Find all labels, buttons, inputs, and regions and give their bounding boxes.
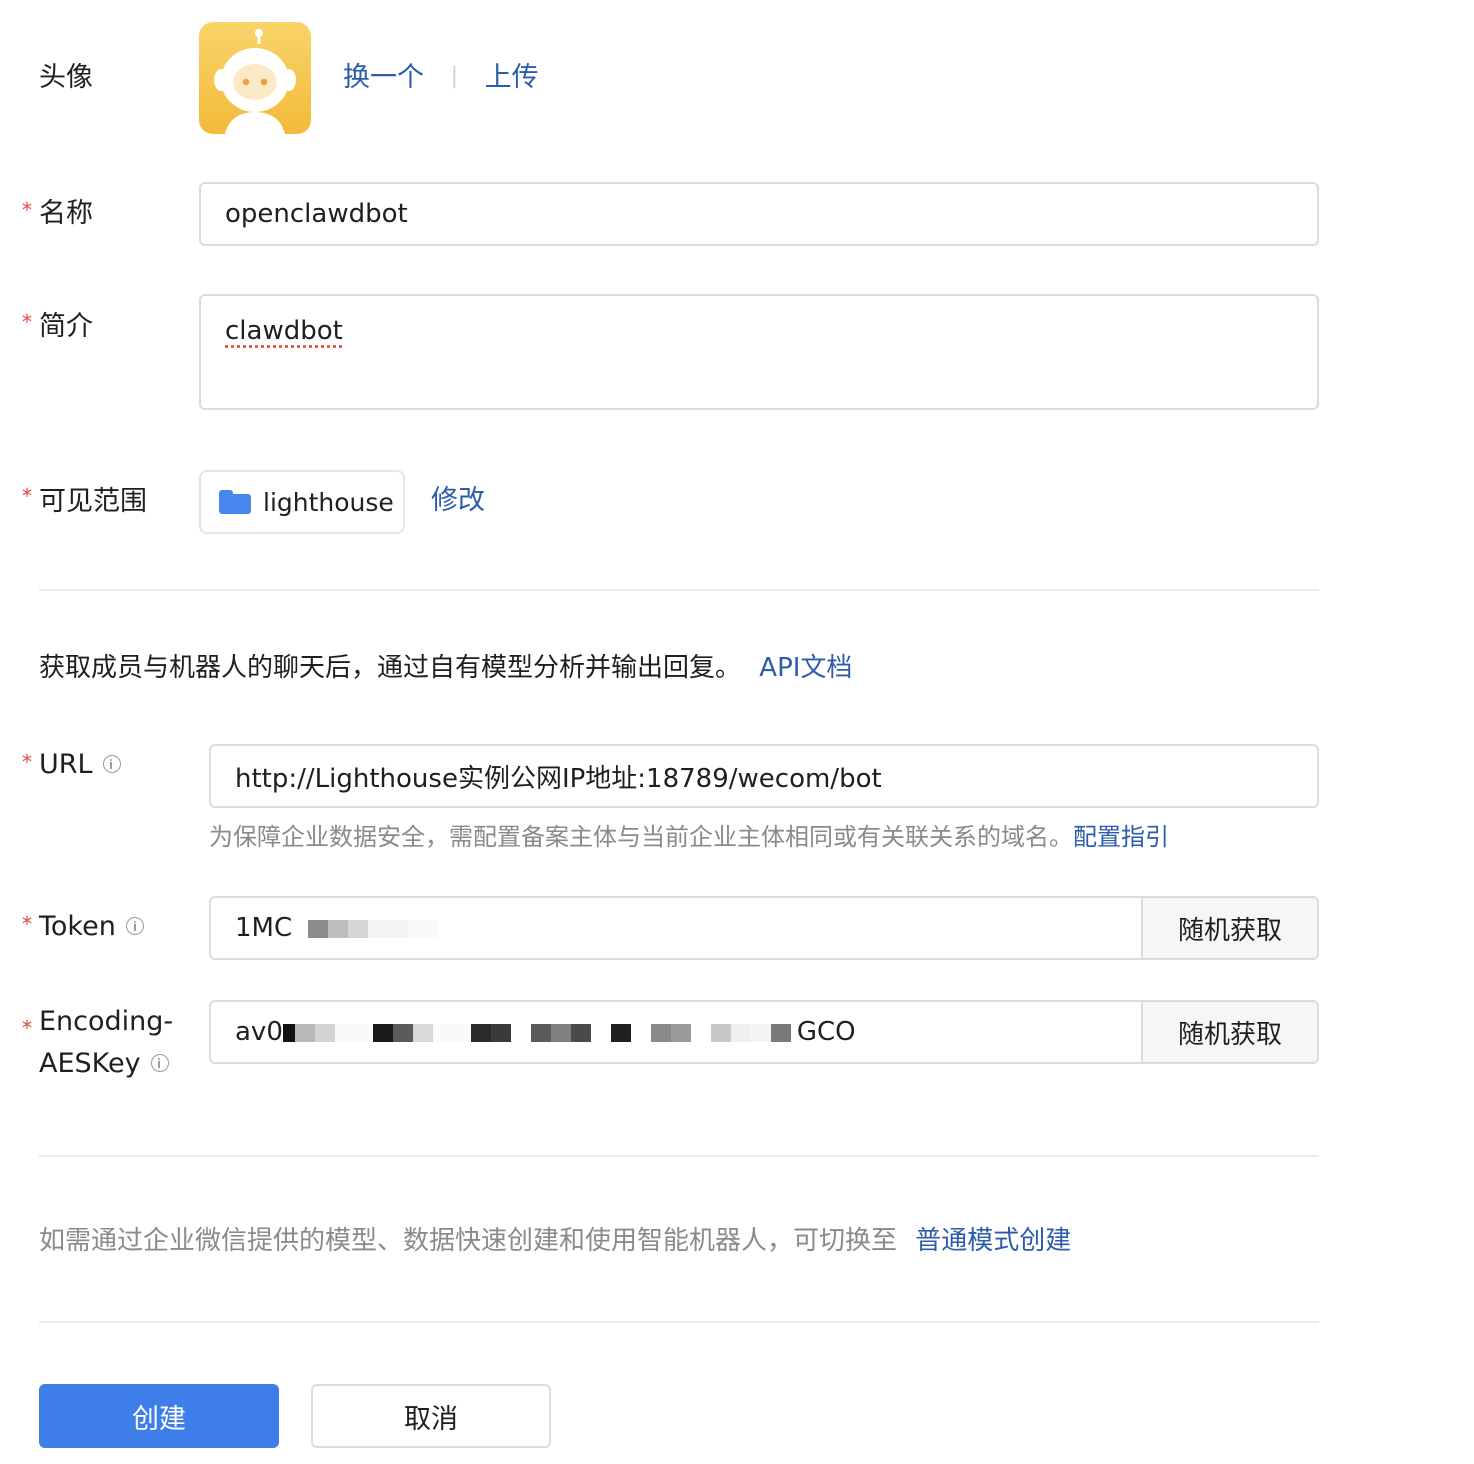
avatar-actions: 换一个 | 上传 bbox=[343, 58, 539, 100]
redacted-pixels bbox=[308, 913, 439, 943]
folder-icon bbox=[219, 490, 251, 514]
redacted-pixels bbox=[282, 1017, 791, 1047]
info-icon[interactable] bbox=[150, 1053, 169, 1072]
url-hint-text: 为保障企业数据安全，需配置备案主体与当前企业主体相同或有关联关系的域名。 bbox=[209, 823, 1073, 851]
token-input[interactable]: 1MC bbox=[211, 898, 1141, 958]
cancel-button[interactable]: 取消 bbox=[311, 1384, 551, 1448]
scope-chip[interactable]: lighthouse bbox=[199, 470, 405, 534]
required-mark: * bbox=[22, 484, 32, 508]
token-input-group: 1MC 随机获取 bbox=[209, 896, 1319, 960]
url-input[interactable] bbox=[209, 744, 1319, 808]
name-input[interactable] bbox=[199, 182, 1319, 246]
intro-textarea[interactable] bbox=[199, 294, 1319, 410]
api-doc-link[interactable]: API文档 bbox=[759, 653, 852, 683]
required-mark: * bbox=[22, 750, 32, 774]
create-button[interactable]: 创建 bbox=[39, 1384, 279, 1448]
name-label: 名称 bbox=[39, 198, 93, 229]
aeskey-label-line2: AESKey bbox=[39, 1048, 141, 1079]
aeskey-input-group: av0 GCO 随机获取 bbox=[209, 1000, 1319, 1064]
aeskey-random-button[interactable]: 随机获取 bbox=[1141, 1002, 1317, 1062]
edit-scope-link[interactable]: 修改 bbox=[431, 483, 485, 519]
url-label: URL bbox=[39, 749, 93, 780]
api-description-text: 获取成员与机器人的聊天后，通过自有模型分析并输出回复。 bbox=[39, 653, 742, 683]
required-mark: * bbox=[22, 310, 32, 334]
scope-chip-label: lighthouse bbox=[263, 487, 394, 517]
api-section-description: 获取成员与机器人的聊天后，通过自有模型分析并输出回复。 API文档 bbox=[39, 650, 852, 686]
config-guide-link[interactable]: 配置指引 bbox=[1073, 823, 1169, 851]
change-avatar-link[interactable]: 换一个 bbox=[343, 62, 424, 93]
divider bbox=[39, 1321, 1319, 1323]
aeskey-label-line2-wrap: AESKey bbox=[39, 1046, 169, 1082]
avatar-label: 头像 bbox=[39, 62, 93, 93]
required-mark: * bbox=[22, 1016, 32, 1040]
intro-label: 简介 bbox=[39, 311, 93, 342]
divider bbox=[39, 589, 1319, 591]
normal-mode-link[interactable]: 普通模式创建 bbox=[915, 1226, 1071, 1256]
upload-avatar-link[interactable]: 上传 bbox=[485, 62, 539, 93]
required-mark: * bbox=[22, 198, 32, 222]
divider bbox=[39, 1155, 1319, 1157]
scope-label: 可见范围 bbox=[39, 486, 147, 517]
url-hint: 为保障企业数据安全，需配置备案主体与当前企业主体相同或有关联关系的域名。配置指引 bbox=[209, 820, 1169, 854]
info-icon[interactable] bbox=[125, 916, 144, 935]
robot-avatar-icon[interactable] bbox=[199, 22, 311, 134]
normal-mode-section: 如需通过企业微信提供的模型、数据快速创建和使用智能机器人，可切换至 普通模式创建 bbox=[39, 1222, 1071, 1260]
token-label-wrap: Token bbox=[39, 909, 144, 945]
token-label: Token bbox=[39, 911, 116, 942]
aeskey-value-suffix: GCO bbox=[796, 1017, 856, 1047]
token-value: 1MC bbox=[235, 913, 293, 943]
aeskey-input[interactable]: av0 GCO bbox=[211, 1002, 1141, 1062]
info-icon[interactable] bbox=[102, 754, 121, 773]
avatar-actions-separator: | bbox=[450, 64, 459, 89]
aeskey-value-prefix: av0 bbox=[235, 1017, 283, 1047]
url-label-wrap: URL bbox=[39, 747, 121, 783]
required-mark: * bbox=[22, 912, 32, 936]
aeskey-label-line1: Encoding- bbox=[39, 1006, 174, 1037]
token-random-button[interactable]: 随机获取 bbox=[1141, 898, 1317, 958]
normal-mode-description: 如需通过企业微信提供的模型、数据快速创建和使用智能机器人，可切换至 bbox=[39, 1226, 898, 1256]
